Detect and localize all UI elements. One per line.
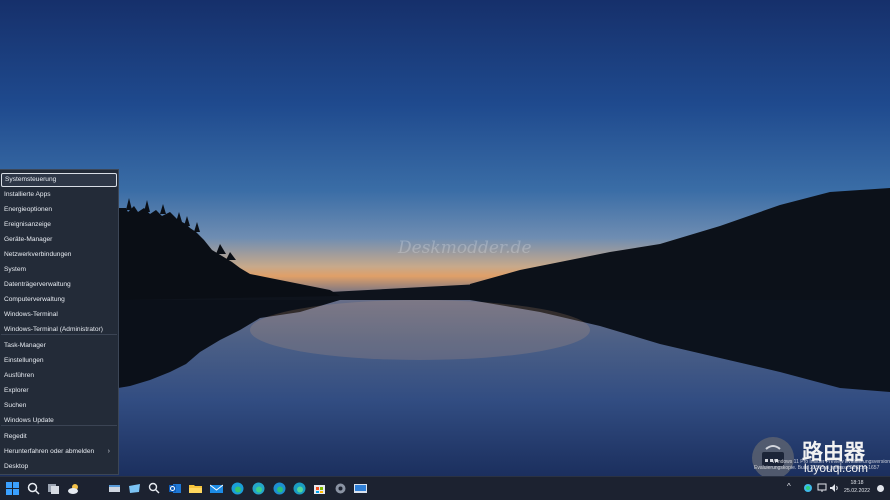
network-icon[interactable] — [817, 483, 827, 493]
menu-item-suchen[interactable]: Suchen — [1, 399, 117, 413]
tray-overflow-chevron[interactable]: ^ — [787, 482, 791, 491]
clock-date: 25.02.2022 — [844, 488, 870, 494]
winx-context-menu: Systemsteuerung Installierte Apps Energieo… — [0, 169, 119, 475]
menu-item-geraete-manager[interactable]: Geräte-Manager — [1, 233, 117, 247]
menu-item-datentraegerverwaltung[interactable]: Datenträgerverwaltung — [1, 278, 117, 292]
widgets-icon[interactable] — [67, 482, 80, 495]
menu-item-netzwerkverbindungen[interactable]: Netzwerkverbindungen — [1, 248, 117, 262]
menu-item-label: Desktop — [4, 463, 29, 470]
menu-item-einstellungen[interactable]: Einstellungen — [1, 354, 117, 368]
menu-item-task-manager[interactable]: Task-Manager — [1, 339, 117, 353]
tray-app-icon[interactable] — [803, 483, 813, 493]
volume-icon[interactable] — [829, 483, 839, 493]
search-app-icon[interactable] — [148, 482, 161, 495]
menu-item-systemsteuerung[interactable]: Systemsteuerung — [1, 173, 117, 187]
clock-time: 18:18 — [850, 480, 864, 486]
menu-item-desktop[interactable]: Desktop — [1, 460, 117, 474]
file-explorer-icon[interactable] — [189, 482, 202, 495]
menu-item-installierte-apps[interactable]: Installierte Apps — [1, 188, 117, 202]
menu-item-label: Herunterfahren oder abmelden — [4, 448, 95, 455]
menu-item-label: Installierte Apps — [4, 191, 51, 198]
menu-separator — [1, 425, 117, 426]
menu-item-label: Computerverwaltung — [4, 296, 65, 303]
menu-item-label: Ereignisanzeige — [4, 221, 51, 228]
menu-item-label: System — [4, 266, 26, 273]
menu-item-explorer[interactable]: Explorer — [1, 384, 117, 398]
settings-icon[interactable] — [334, 482, 347, 495]
clock[interactable]: 18:18 25.02.2022 — [842, 480, 872, 494]
menu-item-label: Windows-Terminal (Administrator) — [4, 326, 103, 333]
remote-desktop-icon[interactable] — [354, 482, 367, 495]
menu-item-energieoptionen[interactable]: Energieoptionen — [1, 203, 117, 217]
app-icon-2[interactable] — [128, 482, 141, 495]
edge-icon[interactable] — [231, 482, 244, 495]
menu-separator — [1, 334, 117, 335]
menu-item-label: Regedit — [4, 433, 27, 440]
menu-item-ereignisanzeige[interactable]: Ereignisanzeige — [1, 218, 117, 232]
menu-item-herunterfahren-oder-abmelden[interactable]: Herunterfahren oder abmelden › — [1, 445, 117, 459]
outlook-icon[interactable] — [169, 482, 182, 495]
menu-item-label: Systemsteuerung — [5, 176, 57, 183]
start-icon[interactable] — [6, 482, 19, 495]
menu-item-regedit[interactable]: Regedit — [1, 430, 117, 444]
menu-item-ausfuehren[interactable]: Ausführen — [1, 369, 117, 383]
mail-icon[interactable] — [210, 482, 223, 495]
menu-item-label: Geräte-Manager — [4, 236, 53, 243]
evaluation-notice: Windows 11 Pro Insider Preview Evaluieru… — [754, 459, 890, 471]
app-icon-1[interactable] — [108, 482, 121, 495]
taskbar: ^ 18:18 25.02.2022 — [0, 476, 890, 500]
menu-item-label: Datenträgerverwaltung — [4, 281, 71, 288]
task-view-icon[interactable] — [47, 482, 60, 495]
edge-canary-icon[interactable] — [293, 482, 306, 495]
menu-item-label: Ausführen — [4, 372, 35, 379]
menu-item-label: Windows-Terminal — [4, 311, 58, 318]
eval-line-2: Evaluierungskopie. Build 22563.ni_releas… — [754, 465, 880, 471]
notification-icon[interactable] — [876, 484, 885, 493]
router-logo-icon — [752, 437, 794, 479]
desktop-wallpaper: Deskmodder.de — [0, 0, 890, 476]
menu-item-label: Netzwerkverbindungen — [4, 251, 72, 258]
watermark-text: Deskmodder.de — [398, 238, 532, 258]
edge-dev-icon[interactable] — [273, 482, 286, 495]
edge-beta-icon[interactable] — [252, 482, 265, 495]
search-icon[interactable] — [27, 482, 40, 495]
menu-item-label: Windows Update — [4, 417, 54, 424]
menu-item-label: Suchen — [4, 402, 27, 409]
store-icon[interactable] — [313, 482, 326, 495]
menu-item-computerverwaltung[interactable]: Computerverwaltung — [1, 293, 117, 307]
menu-item-label: Energieoptionen — [4, 206, 53, 213]
menu-item-windows-terminal[interactable]: Windows-Terminal — [1, 308, 117, 322]
chevron-right-icon: › — [107, 448, 110, 455]
menu-item-label: Task-Manager — [4, 342, 46, 349]
menu-item-system[interactable]: System — [1, 263, 117, 277]
menu-item-label: Einstellungen — [4, 357, 44, 364]
menu-item-label: Explorer — [4, 387, 29, 394]
